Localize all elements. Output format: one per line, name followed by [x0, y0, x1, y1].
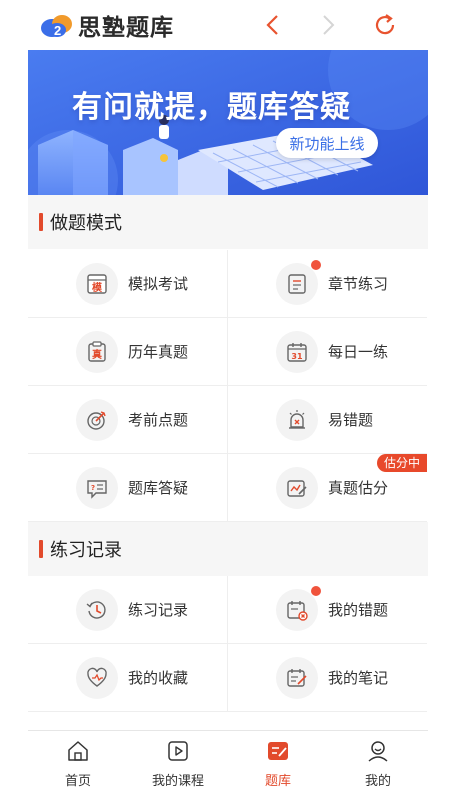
chevron-right-icon — [323, 15, 335, 35]
target-icon — [76, 399, 118, 441]
qa-chat-icon: ? — [76, 467, 118, 509]
tab-profile[interactable]: 我的 — [328, 731, 428, 801]
item-label: 易错题 — [328, 411, 374, 429]
question-bank-icon — [268, 742, 288, 760]
practice-mode-grid: 模 模拟考试 章节练习 真 历年真题 31 每日一练 考前点题 易错题 ? 题库… — [28, 250, 428, 522]
item-label: 模拟考试 — [128, 275, 189, 293]
tab-label: 首页 — [64, 774, 91, 789]
profile-icon — [368, 741, 388, 762]
chapter-practice-item[interactable]: 章节练习 — [228, 250, 427, 318]
tab-label: 我的课程 — [151, 774, 204, 789]
notes-icon — [276, 657, 318, 699]
cloud-logo-icon: 2 — [40, 12, 74, 38]
estimating-tag: 估分中 — [376, 454, 427, 472]
svg-text:2: 2 — [54, 23, 61, 38]
new-feature-pill[interactable]: 新功能上线 — [276, 128, 378, 158]
history-icon — [76, 589, 118, 631]
error-prone-item[interactable]: 易错题 — [228, 386, 427, 454]
item-label: 题库答疑 — [128, 479, 189, 497]
back-button[interactable] — [256, 8, 290, 42]
svg-text:模: 模 — [92, 281, 103, 294]
pre-exam-tips-item[interactable]: 考前点题 — [28, 386, 228, 454]
my-mistakes-item[interactable]: 我的错题 — [228, 576, 427, 644]
section-practice-mode: 做题模式 — [28, 195, 428, 249]
header: 2 思塾题库 — [28, 0, 428, 50]
play-icon — [168, 741, 188, 761]
chevron-left-icon — [266, 15, 278, 35]
item-label: 我的笔记 — [328, 669, 389, 687]
section-accent-bar — [39, 213, 43, 231]
section-accent-bar — [39, 540, 43, 558]
wrong-questions-icon — [276, 589, 318, 631]
svg-text:真: 真 — [92, 348, 102, 361]
app-frame: 2 思塾题库 有问就提，题库答疑 新功能上线 做题模式 模 模拟考试 章节练习 … — [28, 0, 428, 801]
banner-title: 有问就提，题库答疑 — [72, 90, 351, 125]
item-label: 练习记录 — [128, 601, 189, 619]
mock-exam-icon: 模 — [76, 263, 118, 305]
item-label: 真题估分 — [328, 479, 389, 497]
item-label: 考前点题 — [128, 411, 189, 429]
tab-question-bank[interactable]: 题库 — [228, 731, 328, 801]
tab-my-courses[interactable]: 我的课程 — [128, 731, 228, 801]
tab-home[interactable]: 首页 — [28, 731, 128, 801]
app-name: 思塾题库 — [78, 15, 174, 41]
daily-practice-item[interactable]: 31 每日一练 — [228, 318, 427, 386]
svg-text:?: ? — [91, 484, 95, 492]
my-notes-item[interactable]: 我的笔记 — [228, 644, 427, 712]
app-logo: 2 思塾题库 — [40, 10, 174, 41]
mock-exam-item[interactable]: 模 模拟考试 — [28, 250, 228, 318]
section-title: 练习记录 — [50, 540, 122, 561]
item-label: 章节练习 — [328, 275, 389, 293]
bottom-tab-bar: 首页 我的课程 题库 我的 — [28, 730, 428, 801]
past-papers-item[interactable]: 真 历年真题 — [28, 318, 228, 386]
new-dot-badge — [311, 260, 321, 270]
forward-button[interactable] — [311, 8, 345, 42]
my-favorites-item[interactable]: 我的收藏 — [28, 644, 228, 712]
tab-label: 题库 — [264, 774, 291, 789]
heart-icon — [76, 657, 118, 699]
item-label: 我的错题 — [328, 601, 389, 619]
promo-banner[interactable]: 有问就提，题库答疑 新功能上线 — [28, 50, 428, 195]
svg-text:31: 31 — [291, 352, 303, 361]
chapter-list-icon — [276, 263, 318, 305]
qa-item[interactable]: ? 题库答疑 — [28, 454, 228, 522]
alarm-icon — [276, 399, 318, 441]
new-dot-badge — [311, 586, 321, 596]
score-estimate-item[interactable]: 估分中 真题估分 — [228, 454, 427, 522]
refresh-button[interactable] — [368, 8, 402, 42]
item-label: 我的收藏 — [128, 669, 189, 687]
score-estimate-icon — [276, 467, 318, 509]
past-papers-icon: 真 — [76, 331, 118, 373]
section-title: 做题模式 — [50, 213, 122, 234]
section-records: 练习记录 — [28, 522, 428, 576]
tab-label: 我的 — [364, 774, 391, 789]
item-label: 历年真题 — [128, 343, 189, 361]
records-grid: 练习记录 我的错题 我的收藏 我的笔记 — [28, 576, 428, 712]
refresh-icon — [375, 14, 395, 35]
item-label: 每日一练 — [328, 343, 389, 361]
calendar-icon: 31 — [276, 331, 318, 373]
practice-history-item[interactable]: 练习记录 — [28, 576, 228, 644]
home-icon — [68, 741, 88, 761]
